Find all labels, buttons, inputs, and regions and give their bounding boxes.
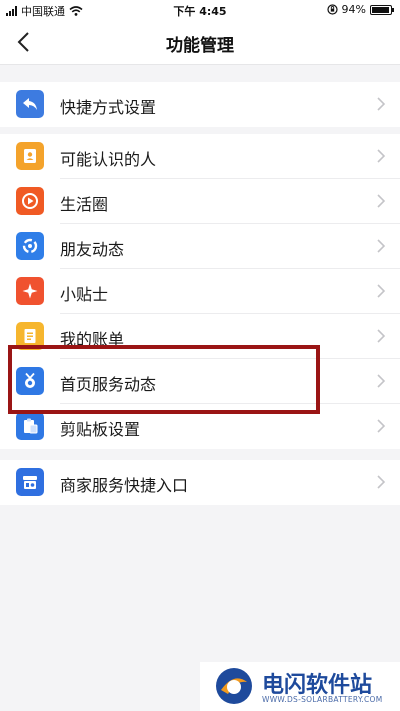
- row-label: 小贴士: [60, 285, 109, 304]
- chevron-right-icon: [377, 475, 386, 489]
- status-bar: 中国联通 下午 4:45 94%: [0, 0, 400, 20]
- row-label: 首页服务动态: [60, 375, 157, 394]
- chevron-right-icon: [377, 419, 386, 433]
- clipboard-icon: [16, 412, 44, 440]
- row-friend-updates[interactable]: 朋友动态: [0, 224, 400, 269]
- row-life-circle[interactable]: 生活圈: [0, 179, 400, 224]
- chevron-right-icon: [377, 239, 386, 253]
- settings-group-merchant: 商家服务快捷入口: [0, 460, 400, 505]
- row-clipboard-settings[interactable]: 剪贴板设置: [0, 404, 400, 449]
- row-label: 快捷方式设置: [60, 98, 157, 117]
- share-arrow-icon: [16, 90, 44, 118]
- chevron-right-icon: [377, 284, 386, 298]
- row-shortcut-settings[interactable]: 快捷方式设置: [0, 82, 400, 127]
- chevron-right-icon: [377, 194, 386, 208]
- battery-percent: 94%: [341, 3, 366, 16]
- chevron-right-icon: [377, 97, 386, 111]
- row-label: 剪贴板设置: [60, 420, 141, 439]
- row-people-you-may-know[interactable]: 可能认识的人: [0, 134, 400, 179]
- watermark: 电闪软件站 WWW.DS-SOLARBATTERY.COM: [200, 662, 400, 711]
- nav-bar: 功能管理: [0, 20, 400, 65]
- chevron-right-icon: [377, 149, 386, 163]
- contact-card-icon: [16, 142, 44, 170]
- orientation-lock-icon: [326, 4, 338, 15]
- row-tips[interactable]: 小贴士: [0, 269, 400, 314]
- bill-list-icon: [16, 322, 44, 350]
- settings-group-features: 可能认识的人 生活圈 朋友动态 小贴士 我的账单 首页服务动态 剪贴板设置: [0, 134, 400, 449]
- row-merchant-service-shortcut[interactable]: 商家服务快捷入口: [0, 460, 400, 505]
- medal-icon: [16, 367, 44, 395]
- row-my-bills[interactable]: 我的账单: [0, 314, 400, 359]
- row-label: 可能认识的人: [60, 150, 157, 169]
- refresh-ring-icon: [16, 232, 44, 260]
- row-label: 朋友动态: [60, 240, 125, 259]
- row-label: 我的账单: [60, 330, 125, 349]
- chevron-right-icon: [377, 374, 386, 388]
- play-circle-icon: [16, 187, 44, 215]
- sparkle-icon: [16, 277, 44, 305]
- row-home-service-updates[interactable]: 首页服务动态: [0, 359, 400, 404]
- status-right: 94%: [326, 3, 394, 16]
- battery-icon: [370, 4, 394, 15]
- store-icon: [16, 468, 44, 496]
- row-label: 生活圈: [60, 195, 109, 214]
- row-label: 商家服务快捷入口: [60, 476, 189, 495]
- watermark-domain: WWW.DS-SOLARBATTERY.COM: [262, 695, 383, 704]
- settings-group-shortcut: 快捷方式设置: [0, 82, 400, 127]
- page-title: 功能管理: [166, 36, 234, 56]
- chevron-right-icon: [377, 329, 386, 343]
- brand-logo-icon: [216, 668, 252, 704]
